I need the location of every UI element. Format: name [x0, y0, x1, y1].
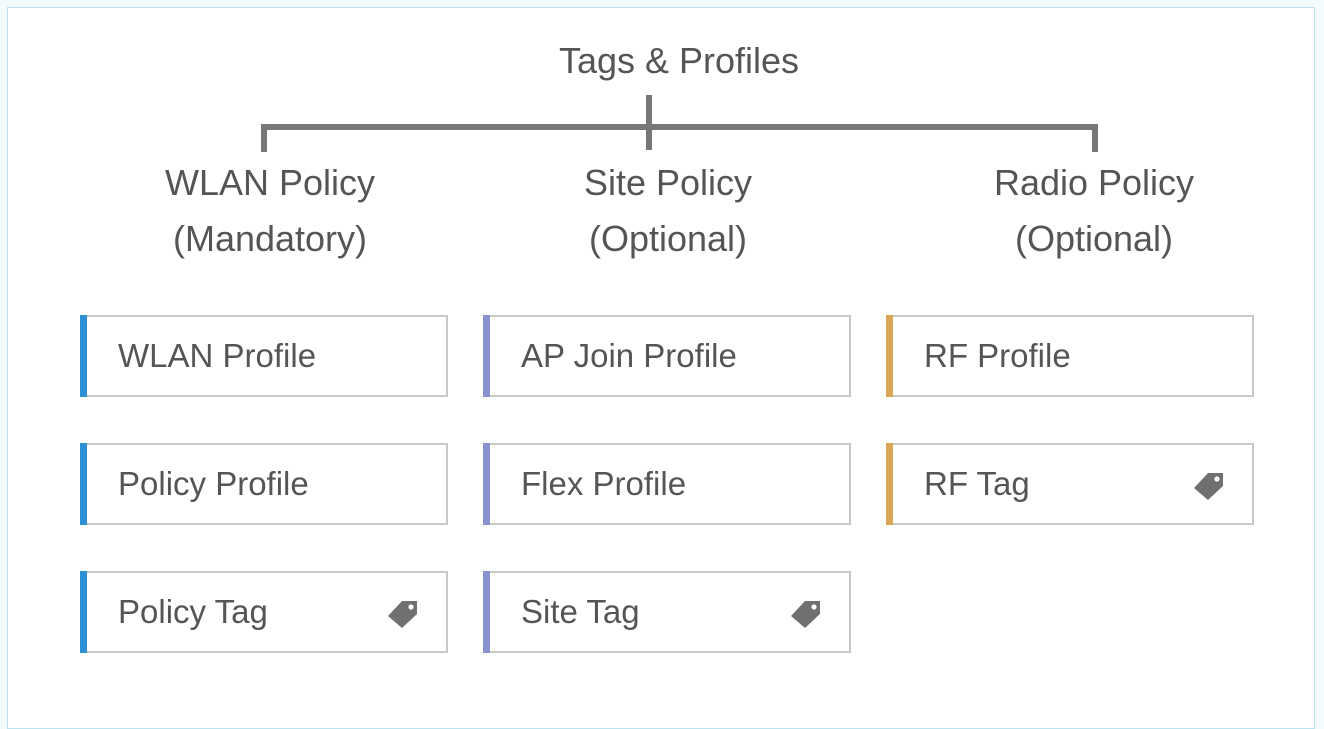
- site-accent-bar: [483, 315, 490, 397]
- wlan-policy-subtitle: (Mandatory): [172, 218, 368, 259]
- policy-tag-card[interactable]: Policy Tag: [80, 571, 448, 653]
- card-label: RF Tag: [924, 465, 1030, 502]
- ap-join-profile-card[interactable]: AP Join Profile: [483, 315, 851, 397]
- site-tag-card[interactable]: Site Tag: [483, 571, 851, 653]
- radio-policy-title: Radio Policy: [993, 162, 1195, 203]
- card-label: Flex Profile: [521, 465, 687, 502]
- tag-icon: [388, 601, 417, 628]
- policy-profile-card[interactable]: Policy Profile: [80, 443, 448, 525]
- rf-tag-card[interactable]: RF Tag: [886, 443, 1254, 525]
- card-label: AP Join Profile: [521, 337, 737, 374]
- radio-accent-bar: [886, 315, 893, 397]
- radio-policy-subtitle: (Optional): [1014, 218, 1174, 259]
- card-label: WLAN Profile: [118, 337, 317, 374]
- card-label: Policy Profile: [118, 465, 309, 502]
- radio-accent-bar: [886, 443, 893, 525]
- card-label: Site Tag: [521, 593, 640, 630]
- site-accent-bar: [483, 571, 490, 653]
- wlan-policy-heading: WLAN Policy (Mandatory): [90, 155, 450, 267]
- rf-profile-card[interactable]: RF Profile: [886, 315, 1254, 397]
- site-accent-bar: [483, 443, 490, 525]
- card-label: RF Profile: [924, 337, 1071, 374]
- radio-policy-heading: Radio Policy (Optional): [914, 155, 1274, 267]
- wlan-accent-bar: [80, 315, 87, 397]
- card-label: Policy Tag: [118, 593, 268, 630]
- wlan-accent-bar: [80, 571, 87, 653]
- site-policy-subtitle: (Optional): [588, 218, 748, 259]
- wlan-profile-card[interactable]: WLAN Profile: [80, 315, 448, 397]
- wlan-policy-title: WLAN Policy: [164, 162, 376, 203]
- tag-icon: [791, 601, 820, 628]
- wlan-accent-bar: [80, 443, 87, 525]
- tag-icon: [1194, 473, 1223, 500]
- site-policy-title: Site Policy: [583, 162, 753, 203]
- site-policy-heading: Site Policy (Optional): [488, 155, 848, 267]
- flex-profile-card[interactable]: Flex Profile: [483, 443, 851, 525]
